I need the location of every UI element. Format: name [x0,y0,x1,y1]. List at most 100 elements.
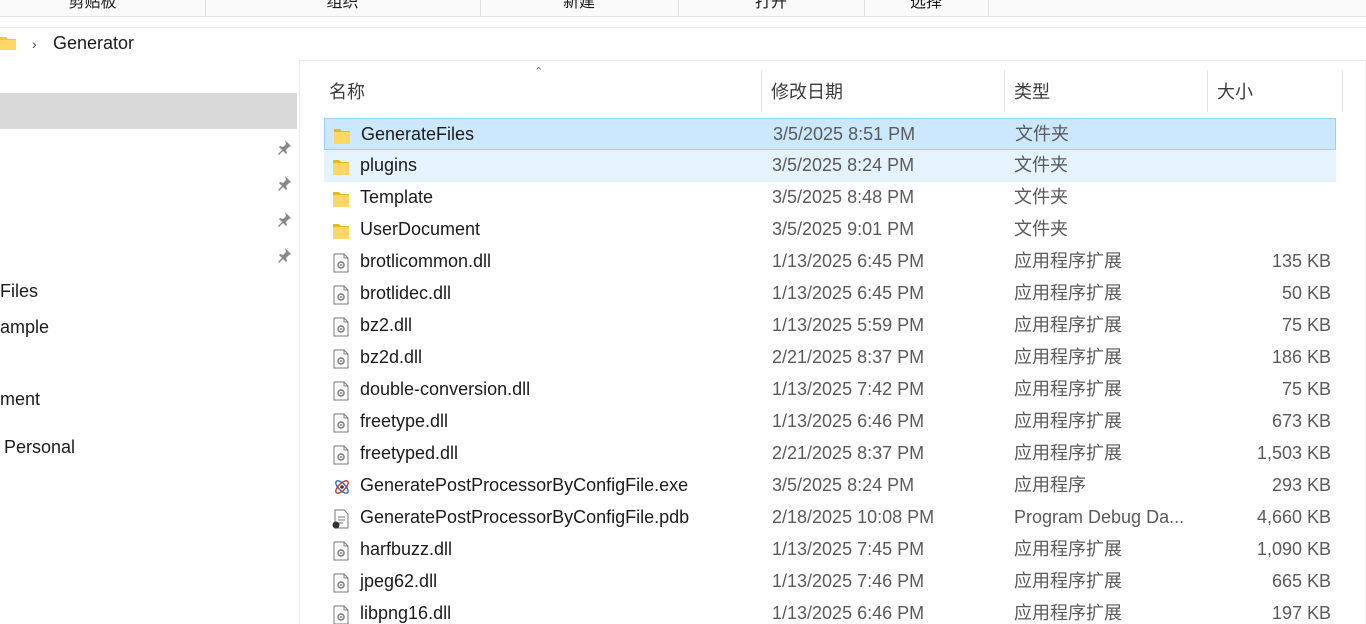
file-type: 应用程序扩展 [1014,571,1122,591]
nav-item-document[interactable]: ment [0,389,40,410]
folder-icon [333,125,351,145]
file-name[interactable]: libpng16.dll [360,598,451,624]
file-name[interactable]: GeneratePostProcessorByConfigFile.exe [360,470,688,500]
file-row[interactable]: brotlicommon.dll 1/13/2025 6:45 PM 应用程序扩展 1… [324,246,1336,278]
file-type: 应用程序扩展 [1014,539,1122,559]
chevron-right-icon[interactable]: › [32,36,37,52]
file-modified-date: 1/13/2025 6:46 PM [772,411,925,431]
file-modified-date: 3/5/2025 9:01 PM [772,219,915,239]
file-size: 4,660 KB [1256,507,1331,527]
file-modified-date: 3/5/2025 8:24 PM [772,475,915,495]
column-header-name[interactable]: 名称 [329,78,365,104]
file-modified-date: 3/5/2025 8:24 PM [772,155,915,175]
file-modified-date: 3/5/2025 8:48 PM [772,187,915,207]
file-size: 1,503 KB [1256,443,1331,463]
nav-item-files[interactable]: Files [0,281,38,302]
file-type: 应用程序扩展 [1014,251,1122,271]
file-name[interactable]: bz2.dll [360,310,412,340]
file-row[interactable]: bz2d.dll 2/21/2025 8:37 PM 应用程序扩展 186 KB [324,342,1336,374]
dll-icon [332,540,350,561]
exe-icon [332,476,350,496]
file-name[interactable]: plugins [360,150,417,180]
file-modified-date: 2/18/2025 10:08 PM [772,507,935,527]
folder-row[interactable]: GenerateFiles 3/5/2025 8:51 PM 文件夹 [324,118,1336,150]
dll-icon [332,252,350,273]
breadcrumb-generator[interactable]: Generator [53,33,134,54]
file-name[interactable]: brotlidec.dll [360,278,451,308]
file-size: 1,090 KB [1256,539,1331,559]
file-name[interactable]: Template [360,182,433,212]
folder-icon [332,220,350,240]
ribbon-group-organize: 组织 [205,0,481,16]
folder-row[interactable]: plugins 3/5/2025 8:24 PM 文件夹 [324,150,1336,182]
nav-selected-item[interactable] [0,93,297,129]
ribbon-group-clipboard: 剪贴板 [0,0,206,16]
file-name[interactable]: jpeg62.dll [360,566,437,596]
column-header-type[interactable]: 类型 [1014,78,1050,104]
file-size: 75 KB [1281,315,1331,335]
file-row[interactable]: double-conversion.dll 1/13/2025 7:42 PM 应用… [324,374,1336,406]
dll-icon [332,604,350,624]
column-header-date[interactable]: 修改日期 [771,78,843,104]
file-name[interactable]: double-conversion.dll [360,374,530,404]
column-divider[interactable] [1004,70,1005,112]
dll-icon [332,348,350,369]
file-name[interactable]: brotlicommon.dll [360,246,491,276]
file-size: 665 KB [1271,571,1331,591]
ribbon-group-select: 选择 [864,0,989,16]
file-type: 应用程序扩展 [1014,379,1122,399]
file-type: 文件夹 [1014,219,1068,239]
file-name[interactable]: GenerateFiles [361,119,474,149]
pin-icon[interactable] [276,247,292,263]
file-type: 应用程序扩展 [1014,411,1122,431]
file-name[interactable]: GeneratePostProcessorByConfigFile.pdb [360,502,689,532]
file-row[interactable]: freetype.dll 1/13/2025 6:46 PM 应用程序扩展 673 K… [324,406,1336,438]
column-divider[interactable] [1207,70,1208,112]
file-row[interactable]: GeneratePostProcessorByConfigFile.pdb 2/1… [324,502,1336,534]
pin-icon[interactable] [276,211,292,227]
file-modified-date: 1/13/2025 6:45 PM [772,251,925,271]
file-size: 293 KB [1271,475,1331,495]
folder-row[interactable]: UserDocument 3/5/2025 9:01 PM 文件夹 [324,214,1336,246]
file-type: 应用程序扩展 [1014,283,1122,303]
file-row[interactable]: harfbuzz.dll 1/13/2025 7:45 PM 应用程序扩展 1,090… [324,534,1336,566]
file-row[interactable]: GeneratePostProcessorByConfigFile.exe 3/5… [324,470,1336,502]
dll-icon [332,572,350,593]
file-name[interactable]: harfbuzz.dll [360,534,452,564]
dll-icon [332,316,350,337]
file-row[interactable]: jpeg62.dll 1/13/2025 7:46 PM 应用程序扩展 665 KB [324,566,1336,598]
column-divider[interactable] [761,70,762,112]
column-divider[interactable] [1342,70,1343,112]
nav-item-personal[interactable]: Personal [4,437,75,458]
file-name[interactable]: bz2d.dll [360,342,422,372]
sort-ascending-icon: ⌃ [534,66,544,78]
folder-row[interactable]: Template 3/5/2025 8:48 PM 文件夹 [324,182,1336,214]
file-name[interactable]: UserDocument [360,214,480,244]
file-name[interactable]: freetyped.dll [360,438,458,468]
dll-icon [332,444,350,465]
nav-item-sample[interactable]: ample [0,317,49,338]
dll-icon [332,284,350,305]
dll-icon [332,380,350,401]
address-bar[interactable]: › Generator [0,27,1366,61]
folder-icon [0,33,18,58]
pin-icon[interactable] [276,175,292,191]
file-name[interactable]: freetype.dll [360,406,448,436]
column-header-size[interactable]: 大小 [1217,78,1253,104]
navigation-pane: Files ample ment Personal [0,60,300,624]
folder-icon [332,188,350,208]
file-type: 文件夹 [1014,187,1068,207]
folder-icon [332,156,350,176]
ribbon-group-labels: 剪贴板 组织 新建 打开 选择 [0,0,1366,17]
file-modified-date: 1/13/2025 7:45 PM [772,539,925,559]
file-size: 135 KB [1271,251,1331,271]
file-modified-date: 1/13/2025 7:42 PM [772,379,925,399]
pin-icon[interactable] [276,139,292,155]
file-row[interactable]: brotlidec.dll 1/13/2025 6:45 PM 应用程序扩展 50 K… [324,278,1336,310]
file-row[interactable]: freetyped.dll 2/21/2025 8:37 PM 应用程序扩展 1,50… [324,438,1336,470]
file-row[interactable]: libpng16.dll 1/13/2025 6:46 PM 应用程序扩展 197 K… [324,598,1336,624]
file-list: ⌃ 名称 修改日期 类型 大小 GenerateFiles 3/5/2025 8:… [300,60,1366,624]
file-modified-date: 2/21/2025 8:37 PM [772,443,925,463]
file-type: 应用程序扩展 [1014,315,1122,335]
file-row[interactable]: bz2.dll 1/13/2025 5:59 PM 应用程序扩展 75 KB [324,310,1336,342]
